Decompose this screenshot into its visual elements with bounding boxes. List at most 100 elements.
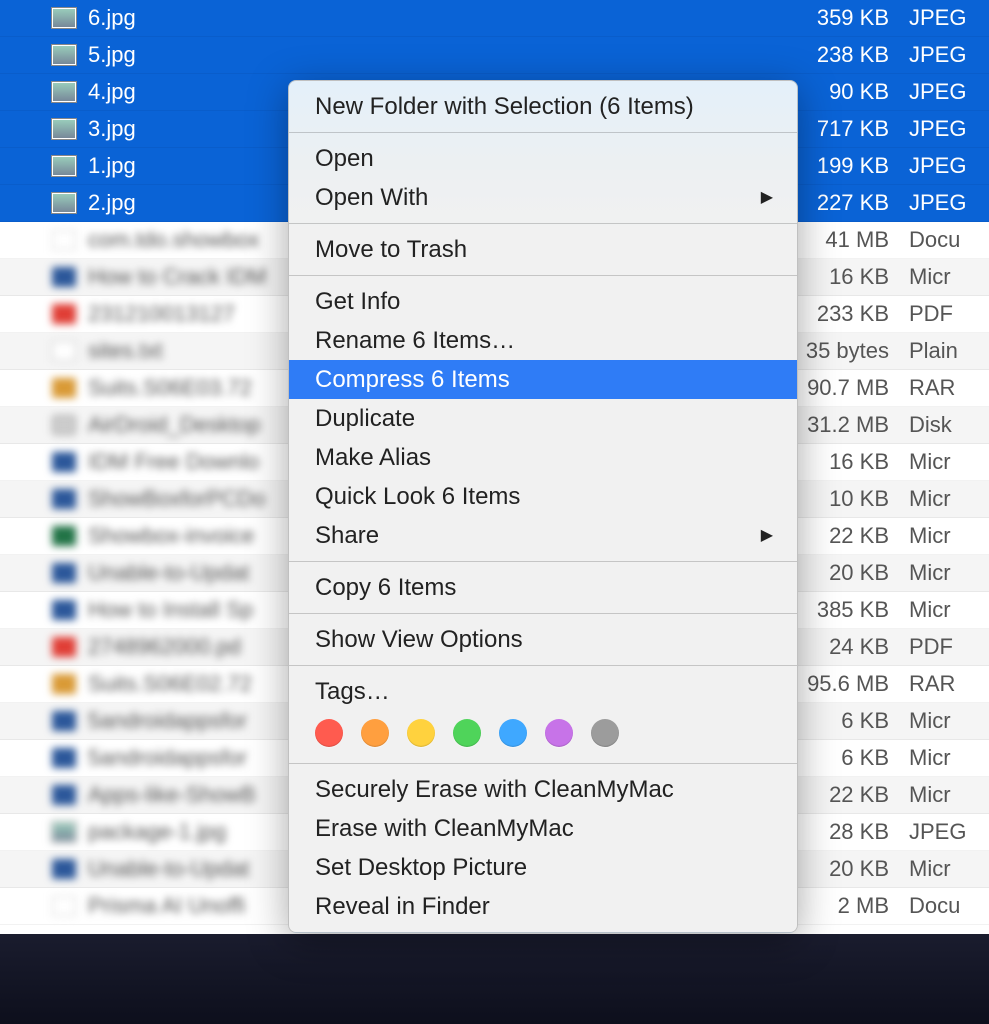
menu-label: Tags… [315,675,390,708]
file-icon-cell [0,711,84,731]
file-icon [52,304,76,324]
menu-securely-erase[interactable]: Securely Erase with CleanMyMac [289,770,797,809]
file-size: 238 KB [769,42,909,68]
file-icon [52,711,76,731]
tag-color-dot[interactable] [453,719,481,747]
file-kind: Micr [909,856,989,882]
menu-label: Open [315,142,374,175]
menu-reveal-in-finder[interactable]: Reveal in Finder [289,887,797,926]
file-kind: Micr [909,597,989,623]
file-kind: Disk [909,412,989,438]
menu-label: Erase with CleanMyMac [315,812,574,845]
file-icon [52,452,76,472]
file-kind: Docu [909,893,989,919]
menu-rename[interactable]: Rename 6 Items… [289,321,797,360]
file-name: 5.jpg [84,42,769,68]
file-icon-cell [0,304,84,324]
chevron-right-icon: ▶ [761,181,773,214]
menu-label: Copy 6 Items [315,571,456,604]
menu-get-info[interactable]: Get Info [289,282,797,321]
file-row[interactable]: 5.jpg238 KBJPEG [0,37,989,74]
file-icon [52,156,76,176]
file-icon-cell [0,896,84,916]
menu-show-view-options[interactable]: Show View Options [289,620,797,659]
file-icon-cell [0,600,84,620]
file-icon [52,193,76,213]
file-icon-cell [0,341,84,361]
tag-color-dot[interactable] [361,719,389,747]
file-icon [52,341,76,361]
file-icon-cell [0,674,84,694]
menu-label: Make Alias [315,441,431,474]
file-icon-cell [0,489,84,509]
file-icon [52,785,76,805]
file-icon-cell [0,8,84,28]
chevron-right-icon: ▶ [761,519,773,552]
file-kind: PDF [909,301,989,327]
menu-quick-look[interactable]: Quick Look 6 Items [289,477,797,516]
tag-color-dot[interactable] [545,719,573,747]
file-icon [52,674,76,694]
menu-label: Set Desktop Picture [315,851,527,884]
menu-new-folder-with-selection[interactable]: New Folder with Selection (6 Items) [289,87,797,126]
file-kind: RAR [909,375,989,401]
menu-set-desktop-picture[interactable]: Set Desktop Picture [289,848,797,887]
menu-label: Quick Look 6 Items [315,480,520,513]
file-icon-cell [0,378,84,398]
file-icon-cell [0,452,84,472]
file-row[interactable]: 6.jpg359 KBJPEG [0,0,989,37]
file-icon-cell [0,45,84,65]
file-kind: Micr [909,782,989,808]
menu-compress[interactable]: Compress 6 Items [289,360,797,399]
file-kind: Micr [909,708,989,734]
menu-open-with[interactable]: Open With ▶ [289,178,797,217]
file-size: 359 KB [769,5,909,31]
file-kind: JPEG [909,190,989,216]
menu-erase[interactable]: Erase with CleanMyMac [289,809,797,848]
menu-label: Open With [315,181,428,214]
context-menu[interactable]: New Folder with Selection (6 Items) Open… [288,80,798,933]
menu-duplicate[interactable]: Duplicate [289,399,797,438]
menu-move-to-trash[interactable]: Move to Trash [289,230,797,269]
file-icon-cell [0,637,84,657]
file-kind: JPEG [909,42,989,68]
file-kind: Micr [909,523,989,549]
menu-tags[interactable]: Tags… [289,672,797,711]
file-icon [52,119,76,139]
menu-separator [289,561,797,562]
menu-separator [289,223,797,224]
file-icon-cell [0,822,84,842]
menu-label: Rename 6 Items… [315,324,515,357]
file-icon [52,82,76,102]
file-icon [52,563,76,583]
file-kind: Plain [909,338,989,364]
menu-label: Get Info [315,285,400,318]
tags-row [289,711,797,757]
tag-color-dot[interactable] [499,719,527,747]
menu-open[interactable]: Open [289,139,797,178]
file-icon-cell [0,415,84,435]
file-icon-cell [0,82,84,102]
tag-color-dot[interactable] [407,719,435,747]
file-kind: PDF [909,634,989,660]
menu-share[interactable]: Share ▶ [289,516,797,555]
file-icon [52,45,76,65]
file-icon [52,415,76,435]
file-icon [52,8,76,28]
file-icon [52,822,76,842]
tag-color-dot[interactable] [315,719,343,747]
file-icon [52,896,76,916]
file-kind: RAR [909,671,989,697]
tag-color-dot[interactable] [591,719,619,747]
dock-background [0,934,989,1024]
menu-label: Securely Erase with CleanMyMac [315,773,674,806]
file-kind: Docu [909,227,989,253]
file-kind: JPEG [909,116,989,142]
menu-make-alias[interactable]: Make Alias [289,438,797,477]
menu-label: New Folder with Selection (6 Items) [315,90,694,123]
file-kind: Micr [909,486,989,512]
file-icon [52,267,76,287]
menu-copy[interactable]: Copy 6 Items [289,568,797,607]
file-icon [52,748,76,768]
file-icon [52,637,76,657]
